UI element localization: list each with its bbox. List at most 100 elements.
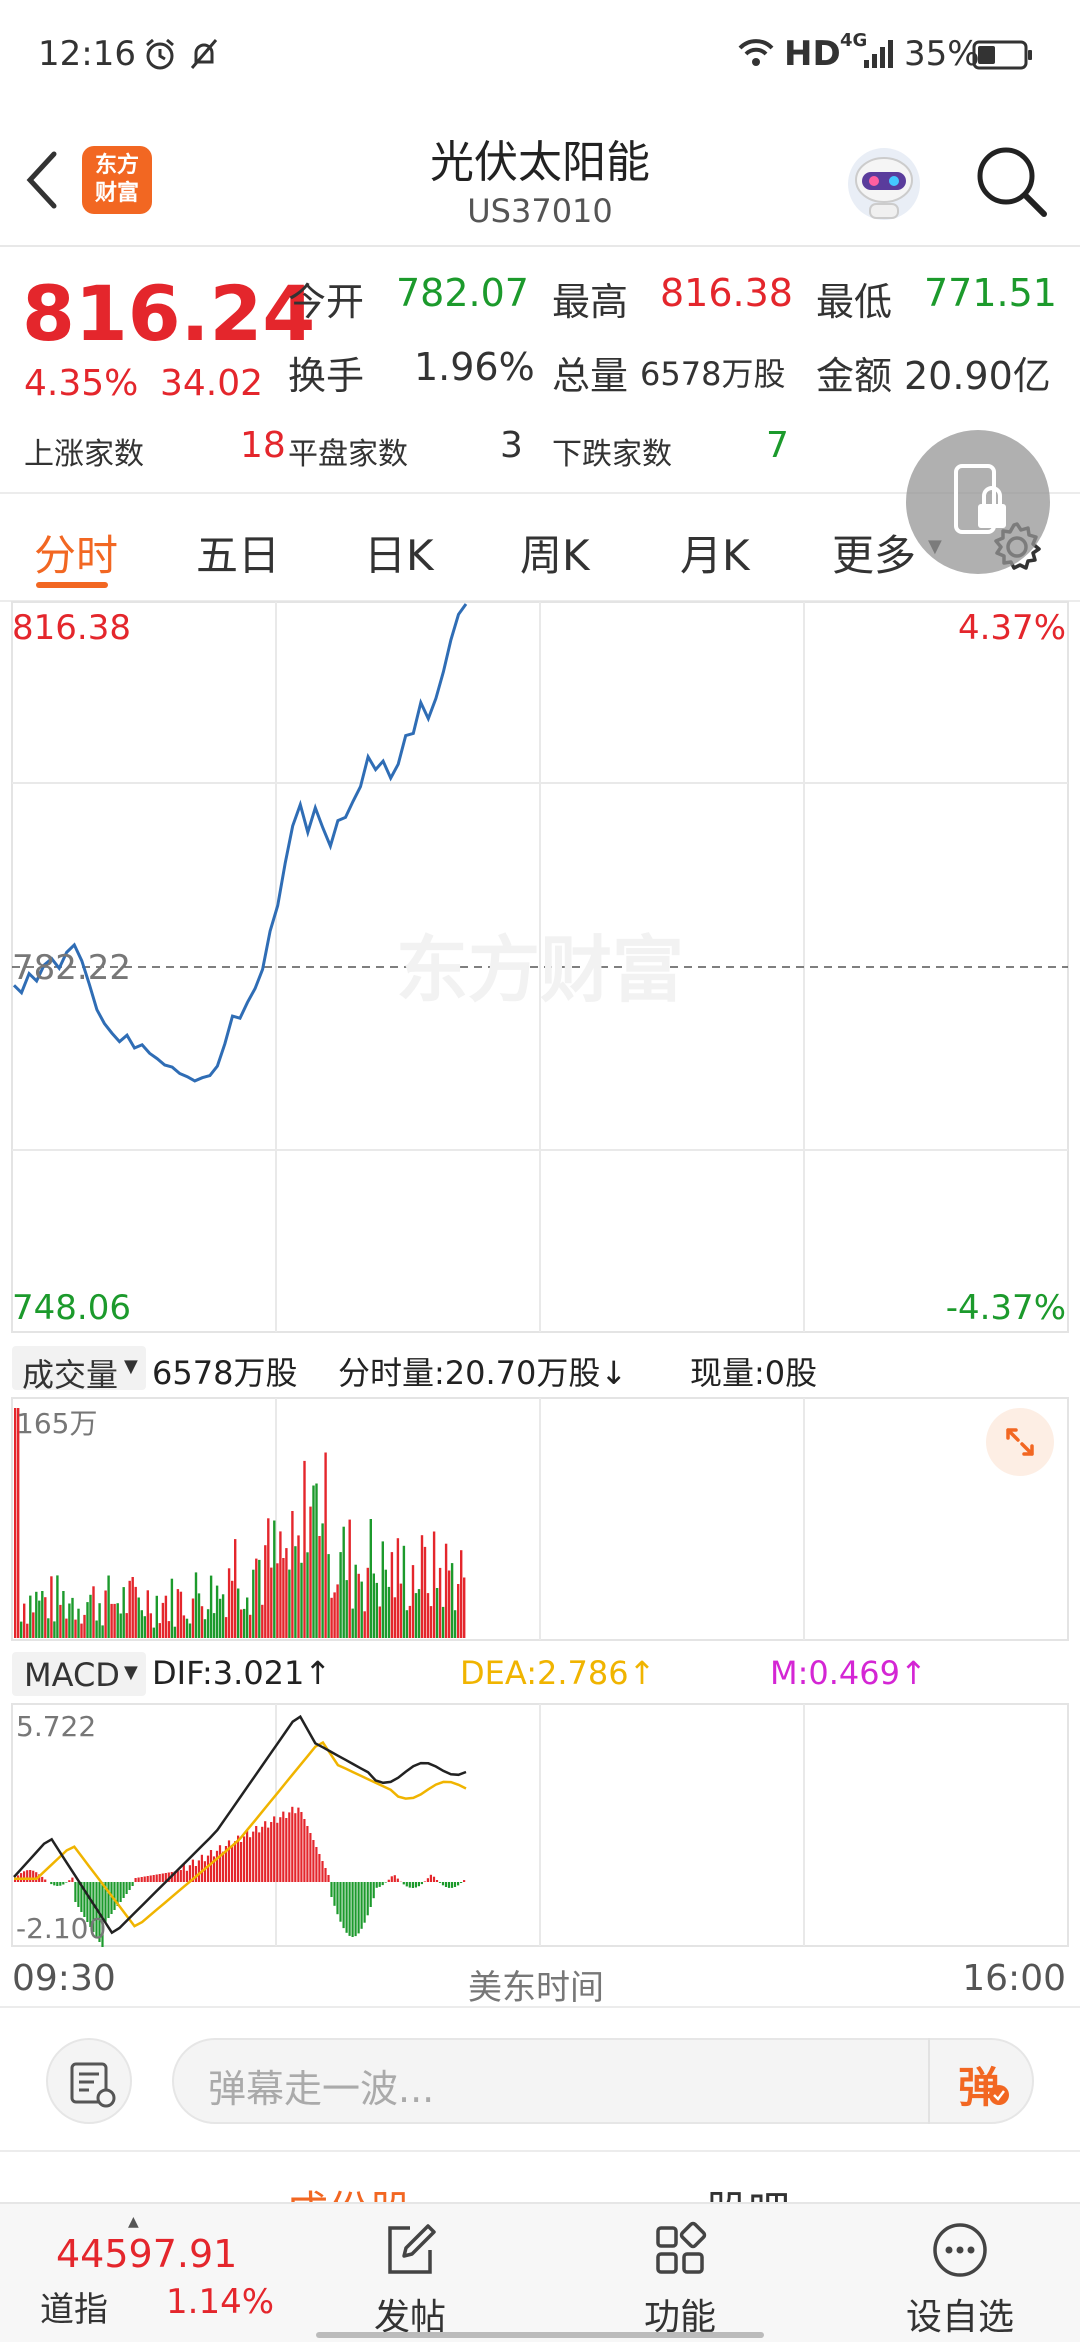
volume-bar [83, 1615, 85, 1638]
volume-bar [113, 1604, 115, 1638]
macd-histogram-bar [65, 1882, 67, 1883]
volume-bar [421, 1535, 423, 1638]
macd-histogram-bar [454, 1882, 456, 1887]
volume-bar [385, 1570, 387, 1638]
app-logo: 东方 财富 [82, 146, 152, 214]
volume-bar [273, 1521, 275, 1639]
macd-histogram-bar [430, 1875, 432, 1882]
volume-bar [439, 1568, 441, 1638]
macd-histogram-bar [330, 1882, 332, 1897]
volume-bar [141, 1610, 143, 1638]
high-label: 最高 [552, 271, 628, 326]
volume-bar [231, 1581, 233, 1638]
robot-assistant-icon[interactable] [842, 140, 926, 224]
volume-bar [397, 1538, 399, 1638]
macd-histogram-bar [385, 1882, 387, 1883]
expand-chart-button[interactable] [986, 1408, 1054, 1476]
tab-constituents[interactable]: 成份股 [286, 2178, 412, 2204]
macd-min-label: -2.100 [16, 1912, 106, 1945]
macd-histogram-bar [343, 1882, 345, 1928]
macd-histogram-bar [162, 1874, 164, 1883]
tab-week-k[interactable]: 周K [520, 522, 590, 583]
volume-chart[interactable]: 165万 [0, 1396, 1080, 1642]
tab-forum[interactable]: 股吧 [706, 2178, 790, 2204]
volume-bar [318, 1536, 320, 1638]
macd-histogram-bar [379, 1882, 381, 1887]
intraday-price-chart[interactable]: 东方财富 816.38 782.22 748.06 4.37% -4.37% [0, 600, 1080, 1335]
tab-intraday[interactable]: 分时 [34, 522, 118, 583]
tab-more[interactable]: 更多 [832, 522, 916, 583]
volume-bar [86, 1602, 88, 1638]
volume-bar [129, 1581, 131, 1638]
volume-bar [364, 1611, 366, 1638]
macd-chart[interactable]: 5.722 -2.100 [0, 1702, 1080, 1948]
back-arrow-icon[interactable] [22, 150, 62, 210]
volume-bar [71, 1598, 73, 1638]
price-chart-canvas: 东方财富 [0, 600, 1080, 1335]
macd-histogram-bar [445, 1882, 447, 1887]
volume-bar [156, 1596, 158, 1638]
volume-bar [418, 1589, 420, 1638]
macd-histogram-bar [448, 1882, 450, 1888]
volume-bar [50, 1576, 52, 1638]
pct-axis-top-label: 4.37% [958, 608, 1066, 648]
low-value: 771.51 [924, 271, 1057, 315]
add-watchlist-button[interactable]: 设自选 [880, 2204, 1040, 2342]
volume-bar [150, 1613, 152, 1638]
volume-bar [104, 1591, 106, 1639]
volume-bar [249, 1615, 251, 1638]
volume-bar [240, 1610, 242, 1639]
top-header: 东方 财富 光伏太阳能 US37010 [0, 110, 1080, 247]
danmu-settings-button[interactable] [46, 2038, 132, 2124]
macd-histogram-bar [327, 1875, 329, 1882]
macd-histogram-bar [391, 1876, 393, 1882]
volume-bar [138, 1598, 140, 1639]
post-button[interactable]: 发帖 [340, 2204, 480, 2342]
add-watchlist-label: 设自选 [906, 2288, 1014, 2340]
volume-bar [324, 1453, 326, 1639]
bottom-toolbar: ▲ 44597.91 道指 1.14% 发帖 功能 设自选 [0, 2202, 1080, 2342]
volume-bar [291, 1511, 293, 1638]
macd-indicator-select[interactable]: MACD ▼ [12, 1652, 146, 1696]
macd-histogram-bar [282, 1812, 284, 1882]
volume-bar [171, 1579, 173, 1638]
turnover-value: 1.96% [414, 345, 535, 389]
screen-lock-float-button[interactable] [906, 430, 1050, 574]
macd-histogram-bar [126, 1882, 128, 1894]
flat-count-label: 平盘家数 [288, 429, 408, 473]
danmu-input[interactable]: 弹幕走一波... 弹 [172, 2038, 1034, 2124]
tab-day-k[interactable]: 日K [364, 522, 434, 583]
macd-histogram-bar [421, 1882, 423, 1884]
macd-histogram-bar [333, 1882, 335, 1906]
volume-bar [14, 1408, 16, 1638]
macd-histogram-bar [418, 1882, 420, 1886]
search-icon[interactable] [974, 144, 1050, 220]
current-volume: 现量:0股 [690, 1348, 817, 1394]
tab-month-k[interactable]: 月K [680, 522, 750, 583]
comment-bar: 弹幕走一波... 弹 [0, 2008, 1080, 2150]
macd-histogram-bar [153, 1875, 155, 1882]
volume-bar [107, 1576, 109, 1639]
macd-histogram-bar [457, 1882, 459, 1885]
volume-bar [391, 1552, 393, 1638]
function-button[interactable]: 功能 [610, 2204, 750, 2342]
volume-bar [412, 1565, 414, 1638]
volume-bar [433, 1532, 435, 1639]
volume-bar [355, 1565, 357, 1638]
volume-max-label: 165万 [16, 1402, 97, 1442]
grid-apps-icon [650, 2220, 710, 2280]
macd-histogram-bar [433, 1877, 435, 1882]
volume-bar [38, 1601, 40, 1638]
period-volume: 分时量:20.70万股↓ [338, 1348, 627, 1394]
flat-count: 3 [500, 425, 523, 466]
alarm-icon [142, 36, 178, 72]
volume-bar [282, 1558, 284, 1638]
volume-bar [400, 1584, 402, 1638]
index-ticker[interactable]: ▲ 44597.91 道指 1.14% [0, 2204, 300, 2342]
tab-five-day[interactable]: 五日 [196, 522, 280, 583]
volume-bar [327, 1554, 329, 1638]
volume-bar [315, 1484, 317, 1639]
amount-value: 20.90亿 [904, 345, 1051, 400]
volume-indicator-select[interactable]: 成交量 ▼ [12, 1346, 146, 1390]
macd-histogram-bar [370, 1882, 372, 1907]
